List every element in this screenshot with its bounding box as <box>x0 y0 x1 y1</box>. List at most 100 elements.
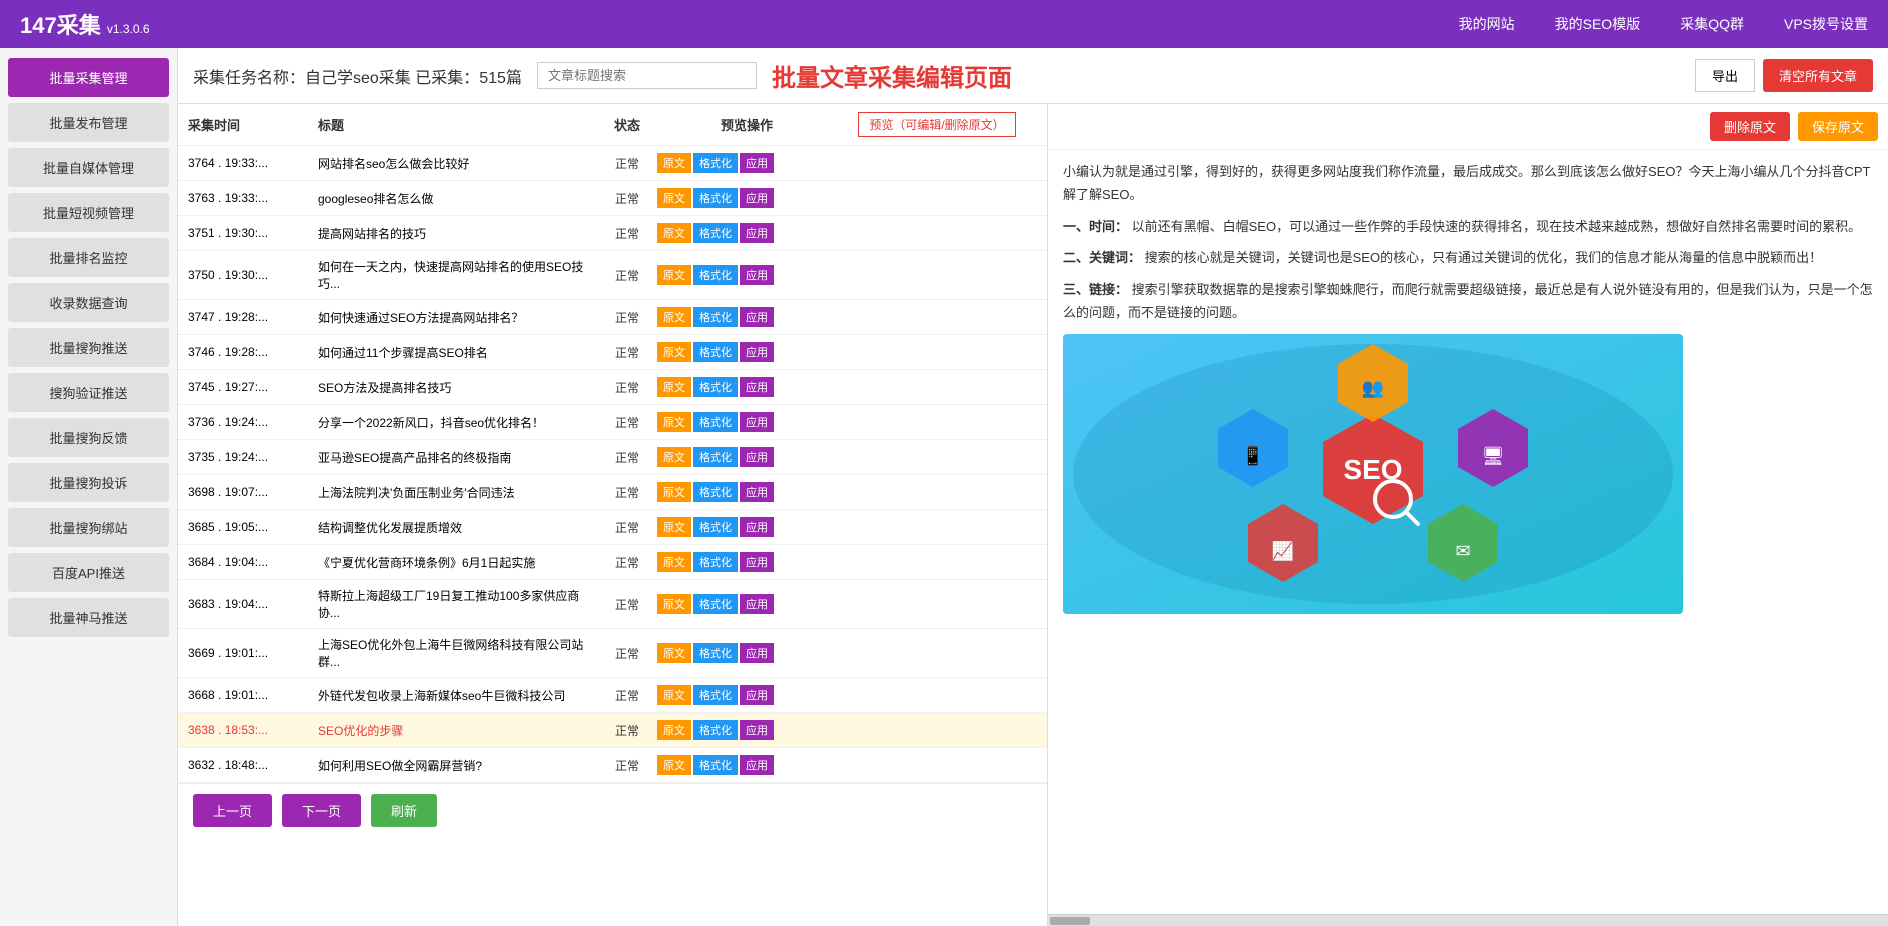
apply-button[interactable]: 应用 <box>740 447 774 467</box>
raw-button[interactable]: 原文 <box>657 223 691 243</box>
sidebar: 批量采集管理 批量发布管理 批量自媒体管理 批量短视频管理 批量排名监控 收录数… <box>0 48 178 926</box>
status-badge: 正常 <box>615 227 639 241</box>
format-button[interactable]: 格式化 <box>693 720 738 740</box>
raw-button[interactable]: 原文 <box>657 377 691 397</box>
cell-time: 3747 . 19:28:... <box>188 310 318 324</box>
sidebar-item-batch-media[interactable]: 批量自媒体管理 <box>8 148 169 187</box>
format-button[interactable]: 格式化 <box>693 643 738 663</box>
delete-original-button[interactable]: 删除原文 <box>1710 112 1790 141</box>
format-button[interactable]: 格式化 <box>693 594 738 614</box>
apply-button[interactable]: 应用 <box>740 720 774 740</box>
preview-item3-text: 搜索引擎获取数据靠的是搜索引擎蜘蛛爬行，而爬行就需要超级链接，最近总是有人说外链… <box>1063 282 1873 320</box>
format-button[interactable]: 格式化 <box>693 755 738 775</box>
sidebar-item-record-query[interactable]: 收录数据查询 <box>8 283 169 322</box>
cell-time: 3632 . 18:48:... <box>188 758 318 772</box>
raw-button[interactable]: 原文 <box>657 720 691 740</box>
apply-button[interactable]: 应用 <box>740 517 774 537</box>
sidebar-item-batch-collect[interactable]: 批量采集管理 <box>8 58 169 97</box>
apply-button[interactable]: 应用 <box>740 643 774 663</box>
apply-button[interactable]: 应用 <box>740 188 774 208</box>
sidebar-item-batch-sogou-push[interactable]: 批量搜狗推送 <box>8 328 169 367</box>
format-button[interactable]: 格式化 <box>693 552 738 572</box>
preview-edit-button[interactable]: 预览（可编辑/删除原文） <box>858 112 1015 137</box>
cell-time: 3683 . 19:04:... <box>188 597 318 611</box>
format-button[interactable]: 格式化 <box>693 188 738 208</box>
cell-title: 如何在一天之内，快速提高网站排名的使用SEO技巧... <box>318 258 597 292</box>
format-button[interactable]: 格式化 <box>693 265 738 285</box>
raw-button[interactable]: 原文 <box>657 552 691 572</box>
raw-button[interactable]: 原文 <box>657 412 691 432</box>
apply-button[interactable]: 应用 <box>740 223 774 243</box>
table-row: 3668 . 19:01:... 外链代发包收录上海新媒体seo牛巨微科技公司 … <box>178 678 1047 713</box>
raw-button[interactable]: 原文 <box>657 594 691 614</box>
sidebar-item-batch-rank[interactable]: 批量排名监控 <box>8 238 169 277</box>
format-button[interactable]: 格式化 <box>693 307 738 327</box>
content-header: 采集任务名称：自己学seo采集 已采集：515篇 批量文章采集编辑页面 导出 清… <box>178 48 1888 104</box>
nav-my-site[interactable]: 我的网站 <box>1459 14 1515 34</box>
raw-button[interactable]: 原文 <box>657 685 691 705</box>
apply-button[interactable]: 应用 <box>740 685 774 705</box>
nav-seo-template[interactable]: 我的SEO模版 <box>1555 14 1641 34</box>
raw-button[interactable]: 原文 <box>657 307 691 327</box>
preview-item2-text: 搜索的核心就是关键词，关键词也是SEO的核心，只有通过关键词的优化，我们的信息才… <box>1145 250 1822 265</box>
sidebar-item-batch-video[interactable]: 批量短视频管理 <box>8 193 169 232</box>
apply-button[interactable]: 应用 <box>740 342 774 362</box>
preview-item1: 一、时间： 以前还有黑帽、白帽SEO，可以通过一些作弊的手段快速的获得排名，现在… <box>1063 215 1873 238</box>
sidebar-item-sogou-verify[interactable]: 搜狗验证推送 <box>8 373 169 412</box>
format-button[interactable]: 格式化 <box>693 482 738 502</box>
format-button[interactable]: 格式化 <box>693 517 738 537</box>
action-buttons: 原文 格式化 应用 <box>657 223 837 243</box>
clear-all-button[interactable]: 清空所有文章 <box>1763 59 1873 92</box>
apply-button[interactable]: 应用 <box>740 482 774 502</box>
cell-title: 外链代发包收录上海新媒体seo牛巨微科技公司 <box>318 687 597 704</box>
cell-status: 正常 <box>597 596 657 613</box>
sidebar-item-shenma-push[interactable]: 批量神马推送 <box>8 598 169 637</box>
export-button[interactable]: 导出 <box>1695 59 1755 92</box>
preview-para1: 小编认为就是通过引擎，得到好的，获得更多网站度我们称作流量，最后成成交。那么到底… <box>1063 160 1873 207</box>
prev-page-button[interactable]: 上一页 <box>193 794 272 827</box>
raw-button[interactable]: 原文 <box>657 755 691 775</box>
format-button[interactable]: 格式化 <box>693 342 738 362</box>
apply-button[interactable]: 应用 <box>740 412 774 432</box>
raw-button[interactable]: 原文 <box>657 342 691 362</box>
format-button[interactable]: 格式化 <box>693 153 738 173</box>
top-nav: 147采集 v1.3.0.6 我的网站 我的SEO模版 采集QQ群 VPS拨号设… <box>0 0 1888 48</box>
format-button[interactable]: 格式化 <box>693 447 738 467</box>
sidebar-item-baidu-api[interactable]: 百度API推送 <box>8 553 169 592</box>
apply-button[interactable]: 应用 <box>740 755 774 775</box>
sidebar-item-sogou-bind[interactable]: 批量搜狗绑站 <box>8 508 169 547</box>
format-button[interactable]: 格式化 <box>693 223 738 243</box>
status-badge: 正常 <box>615 269 639 283</box>
raw-button[interactable]: 原文 <box>657 447 691 467</box>
raw-button[interactable]: 原文 <box>657 643 691 663</box>
apply-button[interactable]: 应用 <box>740 377 774 397</box>
format-button[interactable]: 格式化 <box>693 685 738 705</box>
apply-button[interactable]: 应用 <box>740 552 774 572</box>
apply-button[interactable]: 应用 <box>740 594 774 614</box>
apply-button[interactable]: 应用 <box>740 307 774 327</box>
status-badge: 正常 <box>615 486 639 500</box>
raw-button[interactable]: 原文 <box>657 517 691 537</box>
refresh-button[interactable]: 刷新 <box>371 794 437 827</box>
raw-button[interactable]: 原文 <box>657 265 691 285</box>
sidebar-item-sogou-complaint[interactable]: 批量搜狗投诉 <box>8 463 169 502</box>
format-button[interactable]: 格式化 <box>693 377 738 397</box>
next-page-button[interactable]: 下一页 <box>282 794 361 827</box>
cell-status: 正常 <box>597 190 657 207</box>
apply-button[interactable]: 应用 <box>740 153 774 173</box>
raw-button[interactable]: 原文 <box>657 153 691 173</box>
apply-button[interactable]: 应用 <box>740 265 774 285</box>
horizontal-scrollbar[interactable] <box>1048 914 1888 926</box>
sidebar-item-batch-publish[interactable]: 批量发布管理 <box>8 103 169 142</box>
raw-button[interactable]: 原文 <box>657 188 691 208</box>
save-original-button[interactable]: 保存原文 <box>1798 112 1878 141</box>
sidebar-item-sogou-feedback[interactable]: 批量搜狗反馈 <box>8 418 169 457</box>
raw-button[interactable]: 原文 <box>657 482 691 502</box>
format-button[interactable]: 格式化 <box>693 412 738 432</box>
seo-diagram-svg: SEO 👥 🖥 ✉ 📈 <box>1063 334 1683 614</box>
search-input[interactable] <box>537 62 757 89</box>
nav-vps-settings[interactable]: VPS拨号设置 <box>1784 14 1868 34</box>
nav-qq-group[interactable]: 采集QQ群 <box>1680 14 1744 34</box>
svg-text:📈: 📈 <box>1272 540 1294 561</box>
status-badge: 正常 <box>615 192 639 206</box>
